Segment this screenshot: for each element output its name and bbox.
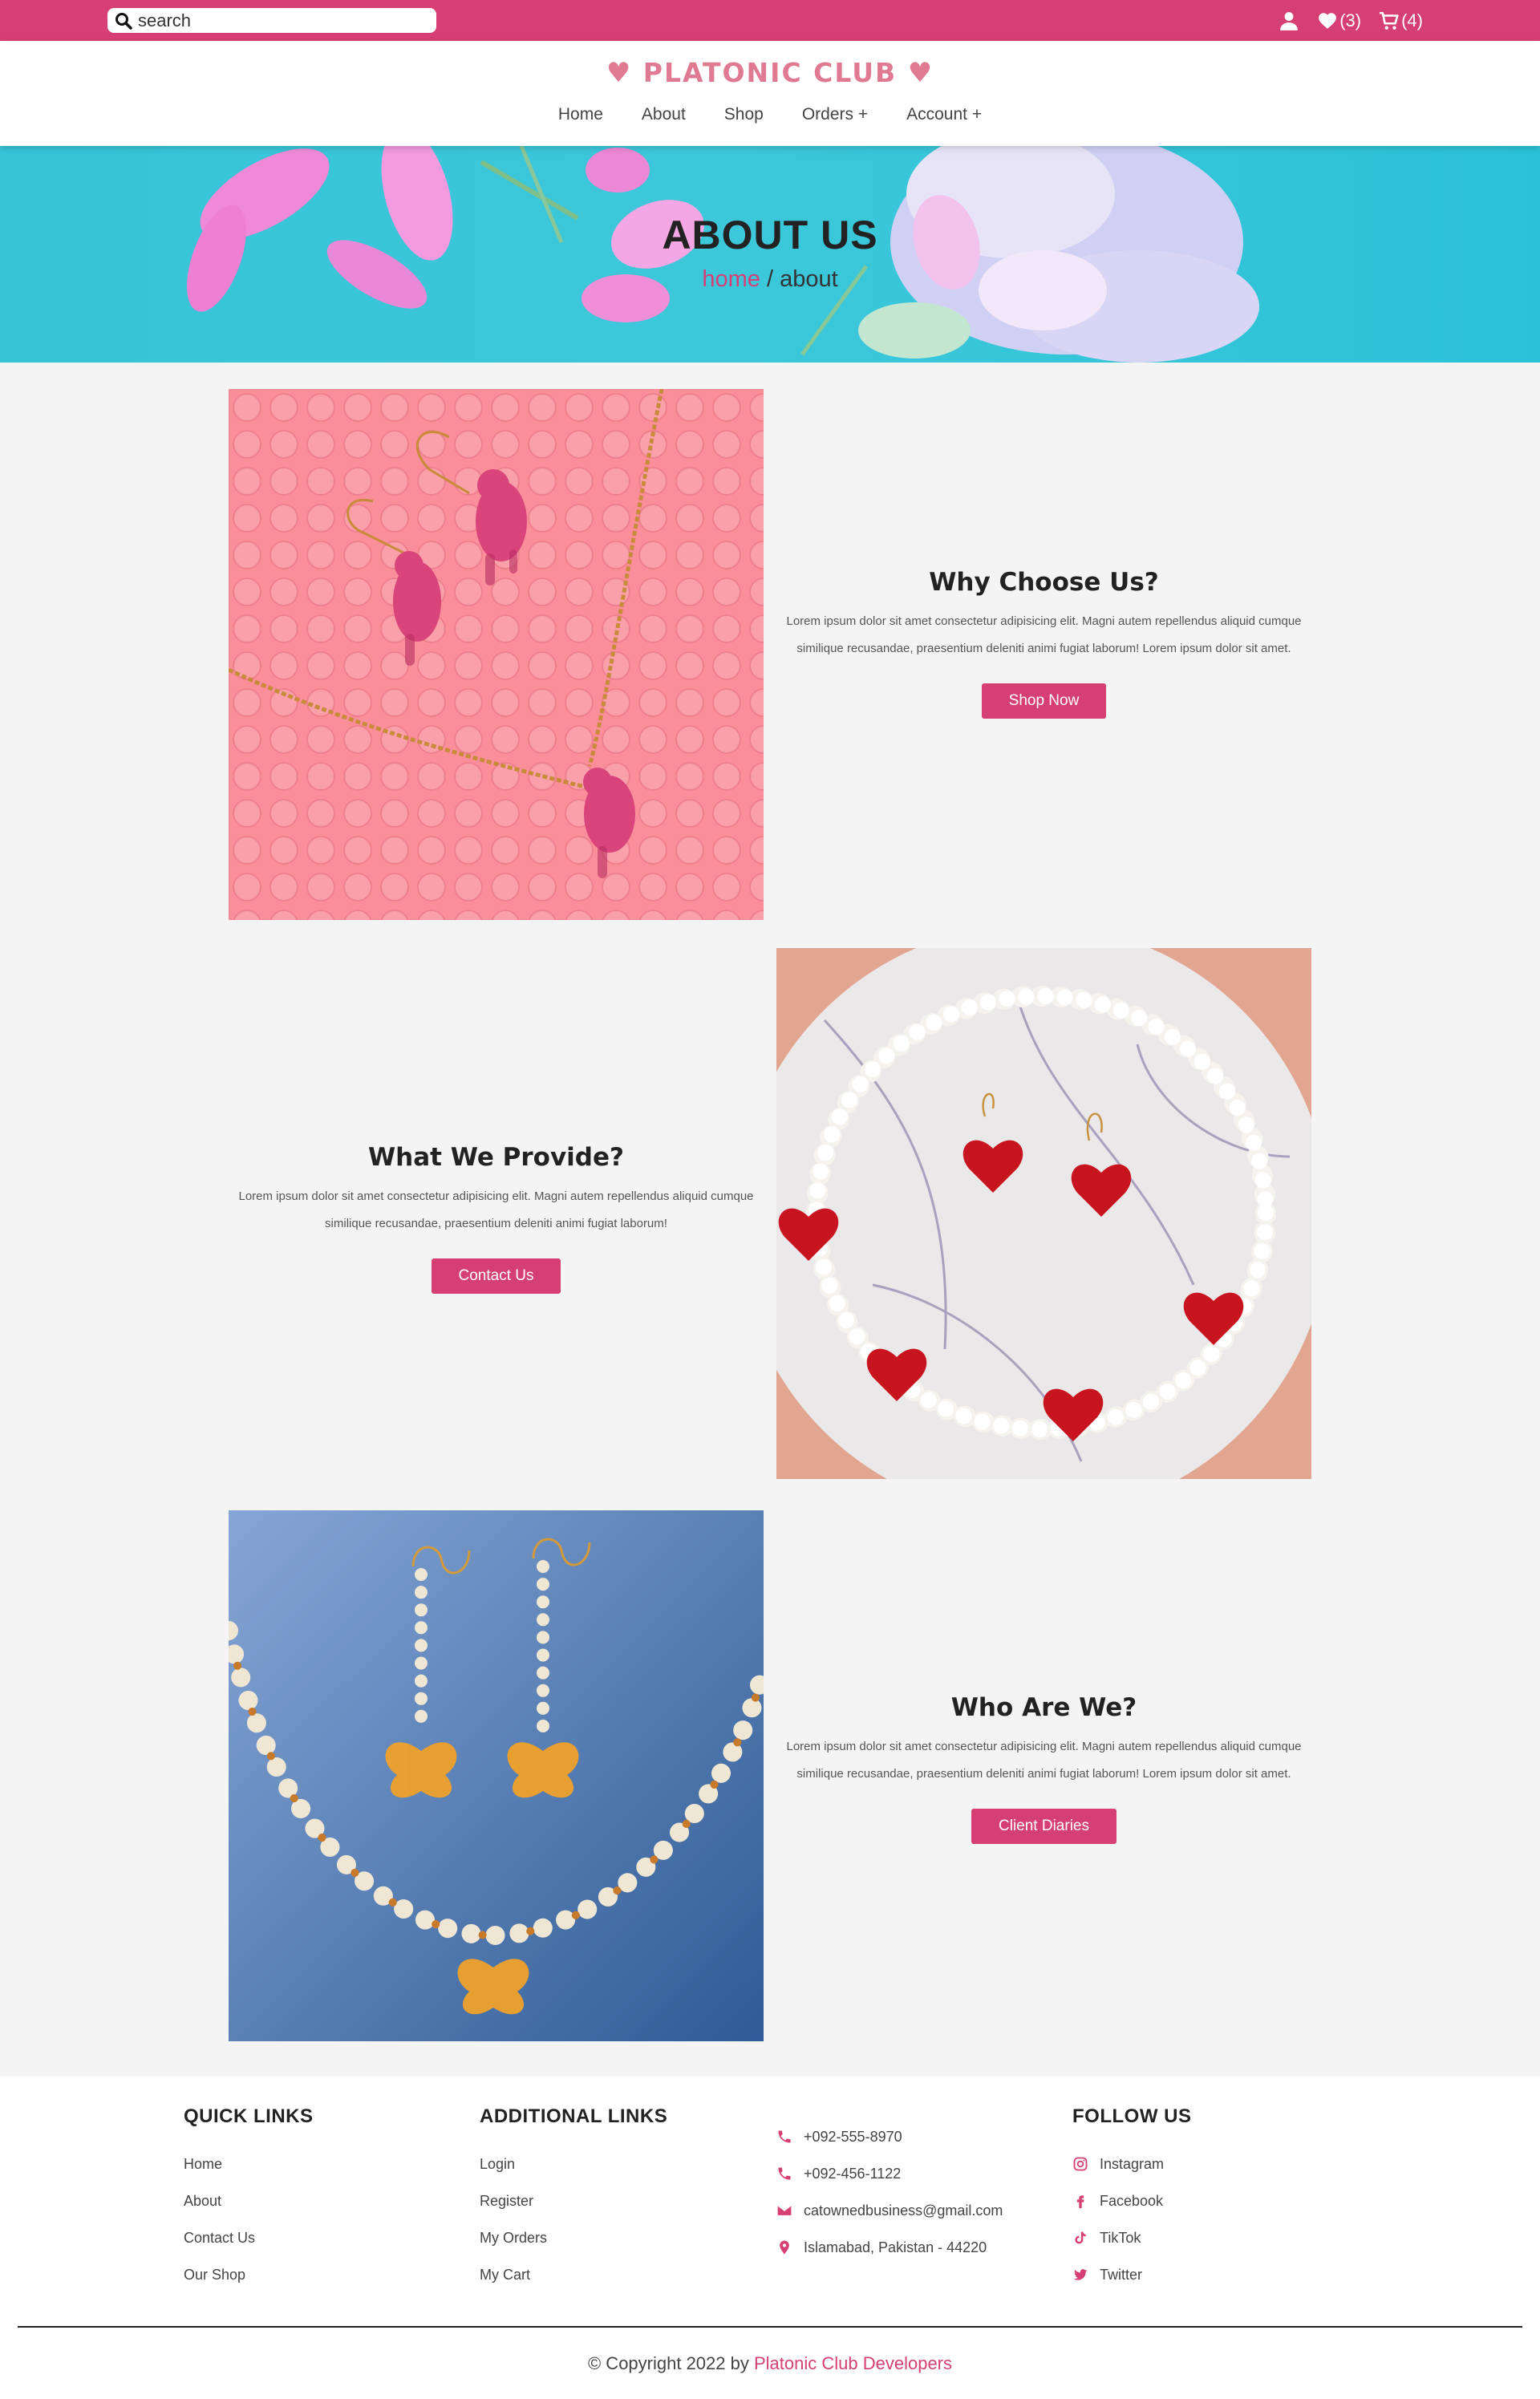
additional-links: ADDITIONAL LINKS Login Register My Order… [480,2105,667,2293]
contact-us-button[interactable]: Contact Us [431,1258,561,1294]
social-facebook-label: Facebook [1100,2192,1164,2209]
social-facebook[interactable]: Facebook [1072,2182,1191,2219]
nav-orders[interactable]: Orders + [802,105,868,124]
map-pin-icon [780,2240,789,2255]
twitter-icon [1073,2269,1088,2280]
heart-right-icon: ♥ [907,57,934,89]
search-input[interactable] [138,10,427,31]
quick-links-title: QUICK LINKS [184,2105,314,2127]
nav-account[interactable]: Account + [906,105,982,124]
contact-address: Islamabad, Pakistan - 44220 [776,2229,1003,2266]
envelope-icon [777,2206,792,2215]
butterfly-necklace-photo [229,1510,764,2041]
footer-link-home[interactable]: Home [184,2146,314,2182]
client-diaries-button[interactable]: Client Diaries [971,1809,1116,1844]
search-icon[interactable] [114,11,133,30]
top-bar: (3) (4) [0,0,1540,41]
footer-divider [18,2326,1522,2328]
social-tiktok[interactable]: TikTok [1072,2219,1191,2256]
breadcrumb-current: about [780,266,838,292]
nav-shop[interactable]: Shop [724,105,764,124]
section-text: Lorem ipsum dolor sit amet consectetur a… [786,614,1302,655]
pearl-necklace-photo [776,948,1311,1479]
cart-button[interactable]: (4) [1379,10,1423,31]
heart-left-icon: ♥ [606,57,633,89]
why-choose-us-section: Why Choose Us? Lorem ipsum dolor sit ame… [776,568,1311,719]
section-title: What We Provide? [367,1143,625,1172]
developer-link[interactable]: Platonic Club Developers [754,2353,952,2373]
contact-phone-2[interactable]: +092-456-1122 [776,2155,1003,2192]
social-twitter[interactable]: Twitter [1072,2256,1191,2293]
heart-icon [1319,13,1337,29]
footer-link-contact[interactable]: Contact Us [184,2219,314,2256]
breadcrumb-separator: / [760,266,780,292]
instagram-icon [1073,2157,1088,2171]
phone-icon [778,2167,791,2180]
wishlist-count: (3) [1339,10,1362,30]
additional-links-title: ADDITIONAL LINKS [480,2105,668,2127]
follow-us: FOLLOW US Instagram Facebook TikTok Twit… [1072,2105,1191,2293]
nav-home[interactable]: Home [558,105,603,124]
contact-address-text: Islamabad, Pakistan - 44220 [804,2239,987,2255]
search-box[interactable] [107,8,436,33]
section-text: Lorem ipsum dolor sit amet consectetur a… [786,1740,1302,1781]
section-text: Lorem ipsum dolor sit amet consectetur a… [238,1189,754,1230]
page-title: ABOUT US [662,213,878,257]
footer-link-about[interactable]: About [184,2182,314,2219]
copyright-text: © Copyright 2022 by [587,2353,754,2373]
what-we-provide-section: What We Provide? Lorem ipsum dolor sit a… [229,1143,764,1294]
cart-count: (4) [1401,10,1423,30]
footer-link-login[interactable]: Login [480,2146,667,2182]
phone-icon [778,2130,791,2143]
user-icon[interactable] [1279,10,1299,31]
logo[interactable]: ♥ PLATONIC CLUB ♥ [0,57,1540,89]
tiktok-icon [1075,2231,1086,2244]
breadcrumb: home / about [0,266,1540,293]
header: ♥ PLATONIC CLUB ♥ Home About Shop Orders… [0,41,1540,146]
footer-link-shop[interactable]: Our Shop [184,2256,314,2293]
social-instagram-label: Instagram [1100,2155,1165,2172]
breadcrumb-home[interactable]: home [702,266,760,292]
contact-phone-1[interactable]: +092-555-8970 [776,2118,1003,2155]
footer-link-my-orders[interactable]: My Orders [480,2219,667,2256]
social-tiktok-label: TikTok [1100,2229,1141,2246]
shop-now-button[interactable]: Shop Now [981,683,1107,719]
contact-phone-1-text: +092-555-8970 [804,2128,902,2145]
contact-info: +092-555-8970 +092-456-1122 catownedbusi… [776,2118,1003,2266]
follow-us-title: FOLLOW US [1072,2105,1192,2127]
quick-links: QUICK LINKS Home About Contact Us Our Sh… [184,2105,314,2293]
section-title: Why Choose Us? [929,568,1159,597]
footer: QUICK LINKS Home About Contact Us Our Sh… [0,2077,1540,2399]
footer-link-register[interactable]: Register [480,2182,667,2219]
nav-about[interactable]: About [642,105,686,124]
section-title: Who Are We? [950,1693,1137,1722]
wishlist-button[interactable]: (3) [1317,10,1361,31]
footer-link-my-cart[interactable]: My Cart [480,2256,667,2293]
top-icons: (3) (4) [1279,8,1423,34]
social-twitter-label: Twitter [1100,2266,1143,2283]
cart-icon [1380,11,1399,30]
facebook-icon [1076,2195,1084,2209]
main-nav: Home About Shop Orders + Account + [0,105,1540,124]
contact-email[interactable]: catownedbusiness@gmail.com [776,2192,1003,2229]
who-are-we-section: Who Are We? Lorem ipsum dolor sit amet c… [776,1693,1311,1844]
contact-email-text: catownedbusiness@gmail.com [804,2202,1003,2219]
hero-banner: ABOUT US home / about [0,146,1540,363]
logo-text: PLATONIC CLUB [642,57,898,88]
contact-phone-2-text: +092-456-1122 [804,2165,902,2182]
copyright: © Copyright 2022 by Platonic Club Develo… [0,2353,1540,2374]
earrings-necklace-photo [229,389,764,920]
social-instagram[interactable]: Instagram [1072,2146,1191,2182]
